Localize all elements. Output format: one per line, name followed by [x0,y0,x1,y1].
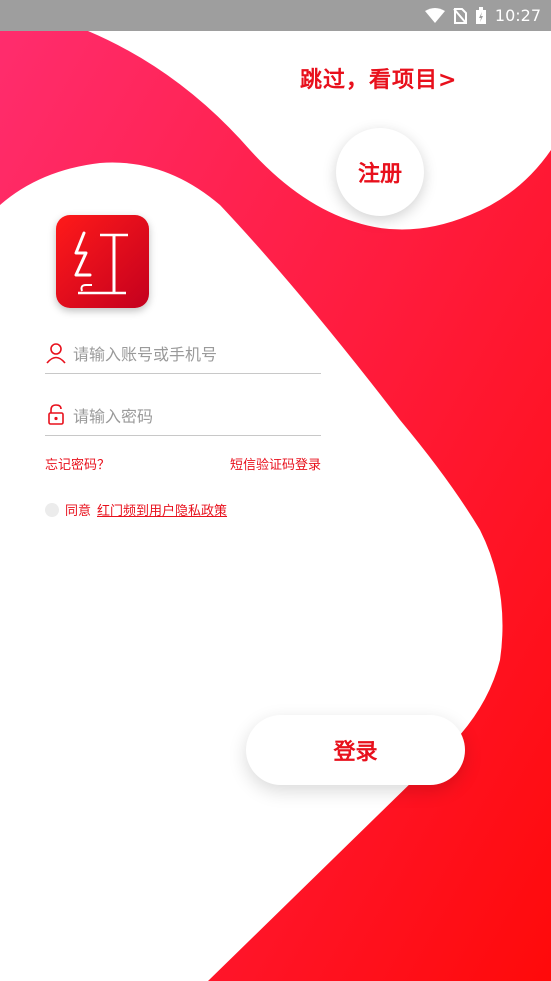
wifi-icon [424,7,445,24]
background-shapes [0,0,551,981]
app-logo [56,215,149,308]
password-field[interactable]: 请输入密码 [45,395,321,436]
password-input[interactable]: 请输入密码 [73,403,153,427]
auth-links: 忘记密码？ 短信验证码登录 [45,454,321,473]
register-button[interactable]: 注册 [336,128,424,216]
battery-charging-icon [475,6,487,25]
sms-login-link[interactable]: 短信验证码登录 [230,454,321,473]
privacy-agreement: 同意 红门频到用户隐私政策 [45,500,227,519]
privacy-policy-link[interactable]: 红门频到用户隐私政策 [97,500,227,519]
agree-checkbox[interactable] [45,502,59,517]
forgot-password-link[interactable]: 忘记密码？ [45,454,110,473]
account-input[interactable]: 请输入账号或手机号 [73,341,217,365]
skip-to-projects-link[interactable]: 跳过，看项目> [300,62,457,94]
no-sim-icon [453,7,467,24]
status-time: 10:27 [494,6,541,25]
agree-label: 同意 [65,504,92,519]
status-bar: 10:27 [0,0,551,31]
lock-icon [45,404,67,426]
user-icon [45,342,67,364]
account-field[interactable]: 请输入账号或手机号 [45,333,321,374]
login-button[interactable]: 登录 [246,715,465,785]
